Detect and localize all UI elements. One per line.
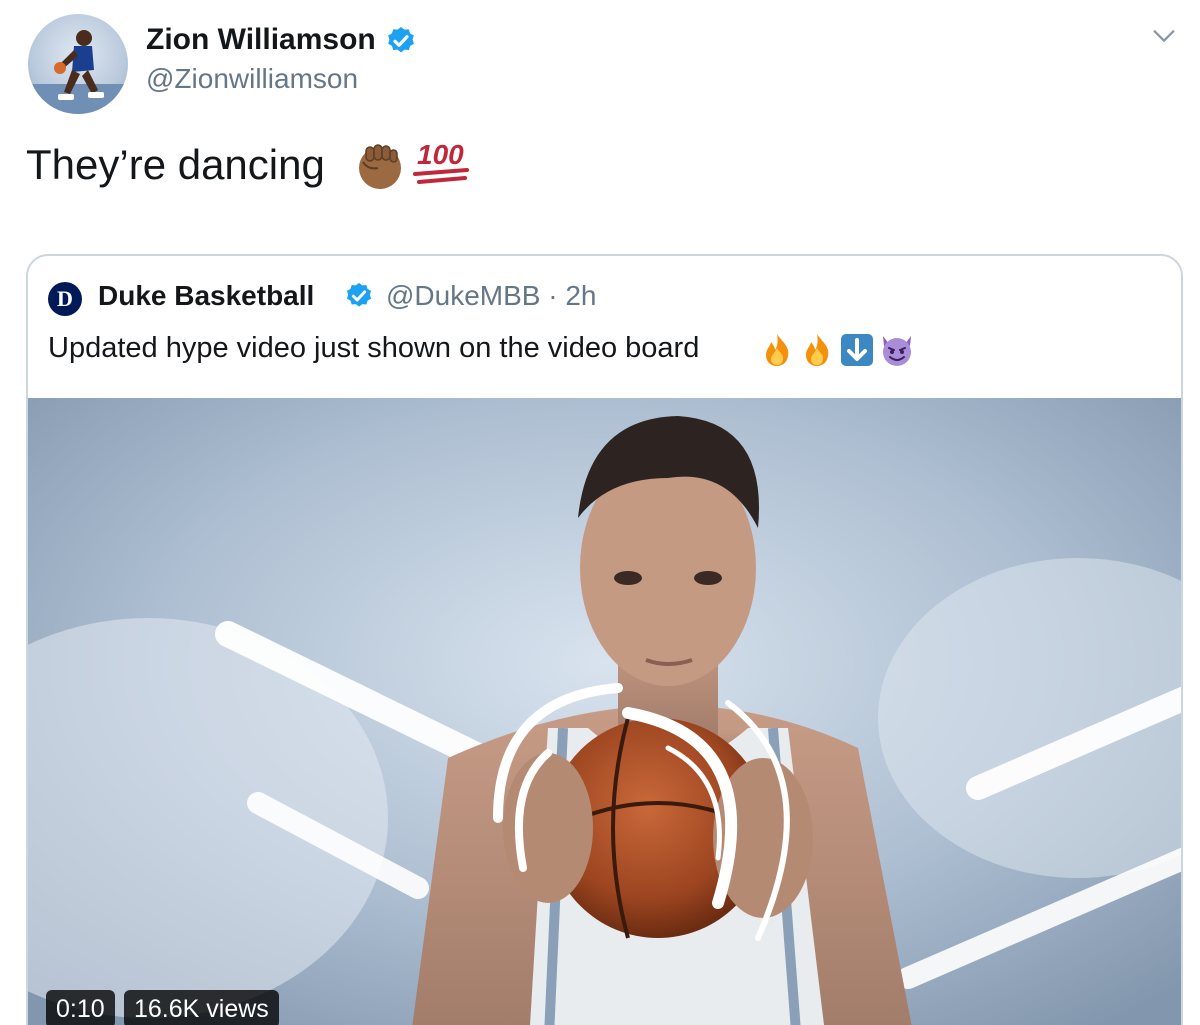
hundred-points-emoji-icon: 100 <box>413 139 469 184</box>
quoted-tweet-text: Updated hype video just shown on the vid… <box>48 332 700 364</box>
video-views-badge: 16.6K views <box>124 990 279 1025</box>
chevron-down-icon[interactable] <box>1150 22 1178 50</box>
quoted-handle-time[interactable]: @DukeMBB · 2h <box>386 278 597 314</box>
down-arrow-emoji-icon <box>841 334 873 366</box>
handle[interactable]: @Zionwilliamson <box>146 62 358 96</box>
fire-emoji-icon <box>766 334 789 366</box>
video-duration-badge: 0:10 <box>46 990 115 1025</box>
raised-fist-emoji-icon <box>359 144 401 189</box>
avatar-player-image <box>28 30 128 114</box>
quoted-avatar[interactable]: D <box>48 282 82 316</box>
tweet-text: They’re dancing <box>26 141 325 188</box>
quoted-display-name[interactable]: Duke Basketball <box>98 278 314 314</box>
video-frame <box>28 398 1181 1025</box>
video-player[interactable]: 0:10 16.6K views <box>28 398 1181 1025</box>
verified-badge-icon <box>347 282 372 307</box>
smiling-devil-emoji-icon <box>883 336 911 366</box>
verified-badge-icon <box>388 27 414 53</box>
quoted-avatar-letter: D <box>57 286 73 311</box>
avatar[interactable] <box>28 14 128 114</box>
tweet: Zion Williamson @Zionwilliamson They’re … <box>0 0 1200 1025</box>
quoted-tweet-card[interactable]: D Duke Basketball @DukeMBB · 2h Updated … <box>26 254 1183 1025</box>
svg-text:100: 100 <box>417 139 464 170</box>
fire-emoji-icon <box>806 334 829 366</box>
display-name[interactable]: Zion Williamson <box>146 22 376 58</box>
